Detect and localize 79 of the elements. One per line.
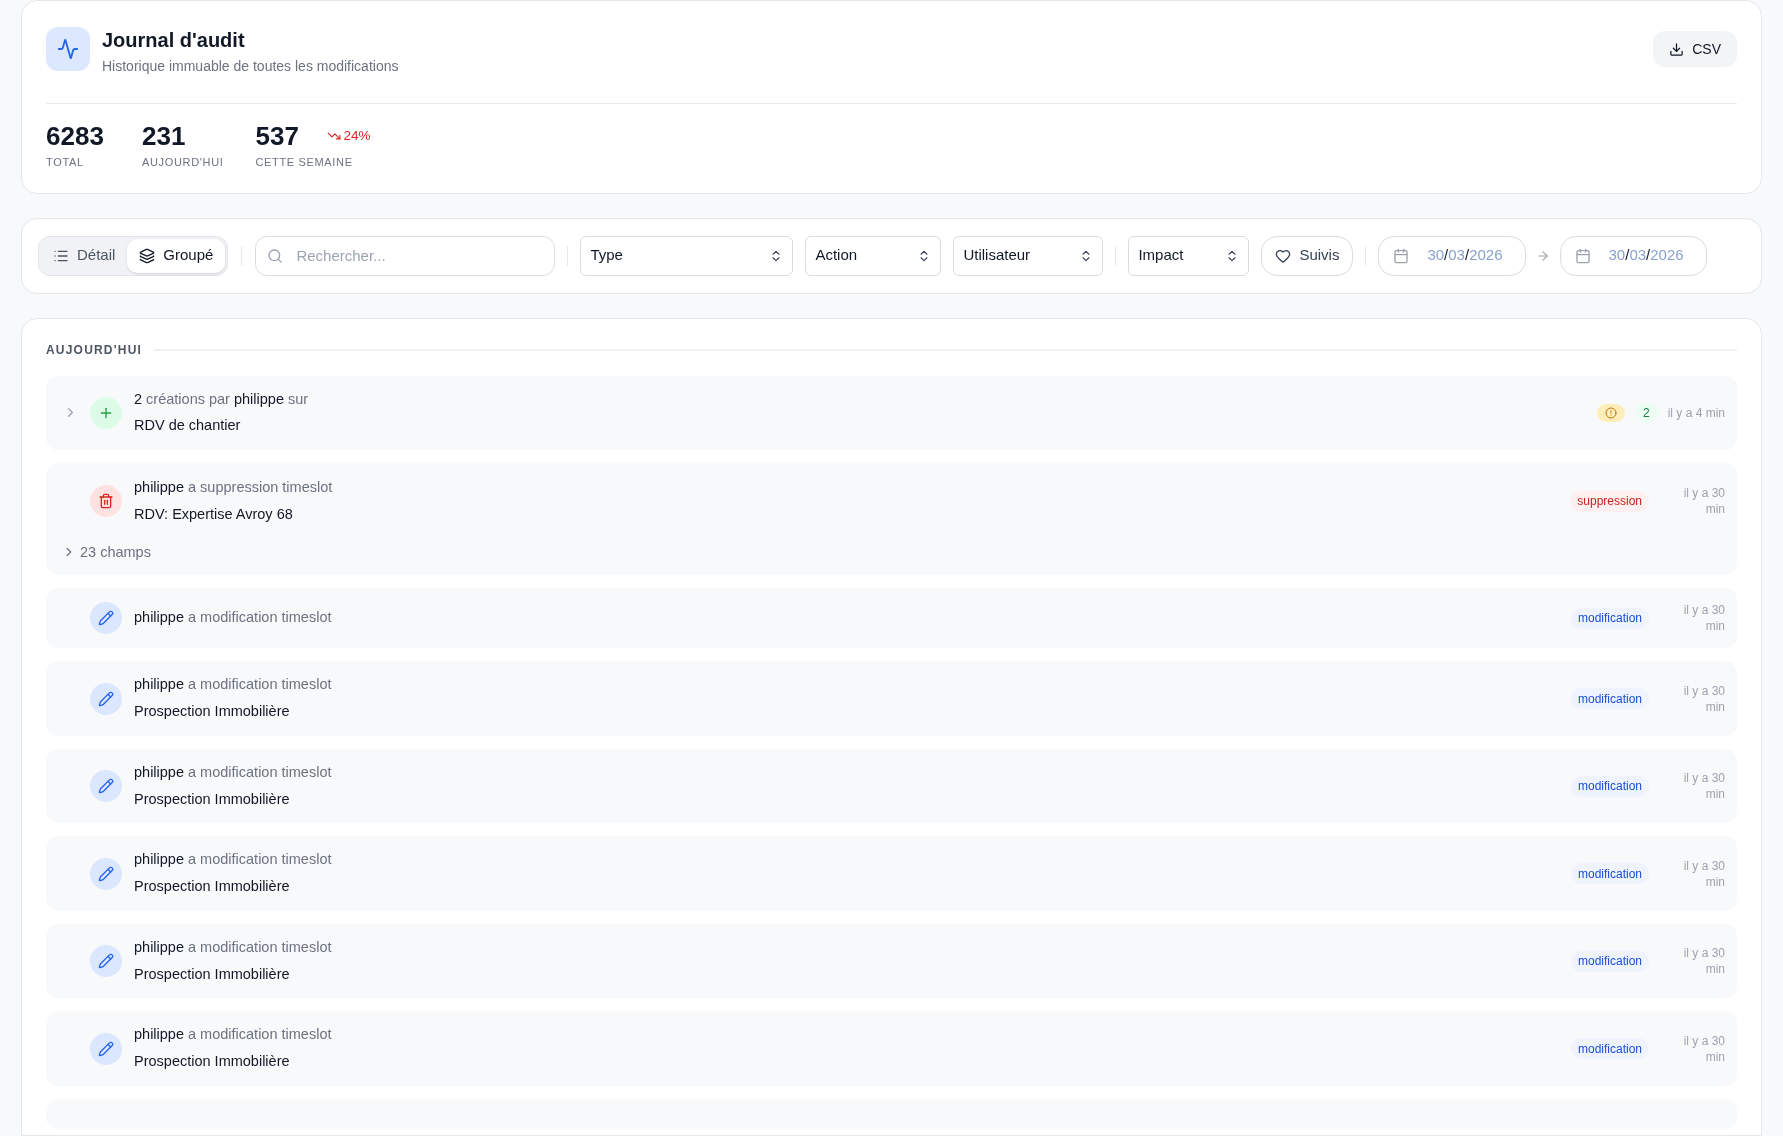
list-row[interactable]: philippe a suppression timeslot RDV: Expertise Avroy 68 suppression il y a 30 min 23 champs (46, 463, 1737, 576)
heart-icon (1275, 247, 1292, 264)
entry-summary: philippe a modification timeslot (134, 762, 333, 782)
timestamp: il y a 30 min (1682, 770, 1725, 802)
pencil-icon (98, 690, 114, 707)
date-field[interactable]: 30/03/2026 (1559, 235, 1707, 276)
action-badge: suppression (1570, 490, 1649, 512)
timestamp: il y a 4 min (1667, 404, 1725, 421)
entry-target: RDV: Expertise Avroy 68 (134, 504, 294, 524)
csv-export-button[interactable]: CSV (1653, 31, 1737, 67)
date-value: 30/03/2026 (1426, 245, 1504, 266)
select-dropdown[interactable]: Action (805, 235, 942, 276)
page-subtitle: Historique immuable de toutes les modifications (102, 57, 399, 76)
list-row[interactable]: 2 créations par philippe sur RDV de chantier 2 il y a 4 min (46, 375, 1737, 450)
action-badge: modification (1570, 607, 1649, 629)
select-dropdown[interactable]: Utilisateur (953, 235, 1104, 276)
entry-target: Prospection Immobilière (134, 789, 291, 809)
entry-summary: philippe a modification timeslot (134, 850, 333, 870)
trend-value: 24% (343, 126, 371, 145)
date-field[interactable]: 30/03/2026 (1378, 235, 1526, 276)
list-row[interactable]: philippe a modification timeslot Prospection Immobilière modification il y a 30 min (46, 1011, 1737, 1086)
timestamp: il y a 30 min (1682, 857, 1725, 890)
section-heading: AUJOURD'HUI (46, 341, 143, 359)
entry-target: Prospection Immobilière (134, 702, 291, 721)
arrow-icon (1535, 248, 1550, 263)
pencil-icon (98, 953, 114, 969)
entry-summary: philippe a modification timeslot (134, 675, 333, 695)
search-field[interactable]: Rechercher... (255, 235, 556, 276)
entry-target: Prospection Immobilière (134, 877, 291, 896)
view-tab[interactable]: Groupé (127, 238, 226, 273)
calendar-icon (1393, 247, 1410, 264)
stat-label: TOTAL (46, 155, 85, 170)
follow-button[interactable]: Suivis (1261, 235, 1354, 276)
pulse-icon (57, 38, 79, 60)
entry-summary: 2 créations par philippe sur (134, 389, 310, 409)
action-badge: modification (1570, 1038, 1649, 1059)
layers-icon (139, 247, 156, 264)
pencil-icon (98, 778, 114, 794)
stat-value: 6283 (46, 122, 105, 150)
list-row[interactable]: philippe a modification timeslot modification il y a 30 min (46, 588, 1737, 649)
action-badge: modification (1570, 950, 1649, 972)
stat-label: CETTE SEMAINE (255, 155, 354, 170)
stat-value: 231 (142, 122, 187, 150)
entry-target: Prospection Immobilière (134, 964, 291, 984)
list-row[interactable]: philippe a modification timeslot Prospection Immobilière modification il y a 30 min (46, 661, 1737, 736)
trash-icon (98, 493, 114, 510)
page-title: Journal d'audit (102, 28, 246, 52)
timestamp: il y a 30 min (1682, 1032, 1725, 1065)
pencil-icon (98, 865, 114, 882)
entry-summary: philippe a modification timeslot (134, 1025, 333, 1045)
entry-summary: philippe a modification timeslot (134, 608, 333, 628)
action-badge: modification (1570, 863, 1649, 884)
entry-summary: philippe a modification timeslot (134, 937, 333, 957)
action-badge: modification (1570, 688, 1649, 709)
timestamp: il y a 30 min (1682, 602, 1725, 635)
entry-summary: philippe a suppression timeslot (134, 478, 334, 497)
action-badge: modification (1570, 775, 1649, 797)
pencil-icon (98, 1040, 114, 1057)
list-row[interactable]: philippe a modification timeslot Prospection Immobilière modification il y a 30 min (46, 748, 1737, 824)
view-tab[interactable]: Détail (41, 238, 128, 273)
fields-toggle[interactable]: 23 champs (80, 541, 151, 564)
search-icon (267, 247, 284, 264)
select-dropdown[interactable]: Type (580, 235, 794, 276)
list-row[interactable]: philippe a modification timeslot Prospection Immobilière modification il y a 30 min (46, 923, 1737, 999)
timestamp: il y a 30 min (1682, 682, 1725, 715)
calendar-icon (1574, 247, 1591, 264)
stat-value: 537 (255, 122, 300, 150)
stat-label: AUJOURD'HUI (142, 155, 224, 170)
alert-icon (1604, 406, 1617, 419)
timestamp: il y a 30 min (1682, 945, 1725, 977)
download-icon (1669, 41, 1685, 57)
entry-target: Prospection Immobilière (134, 1052, 291, 1071)
select-dropdown[interactable]: Impact (1128, 235, 1250, 276)
pencil-icon (98, 610, 114, 627)
count-badge: 2 (1634, 402, 1658, 423)
timestamp: il y a 30 min (1682, 485, 1725, 518)
entry-target: RDV de chantier (134, 416, 242, 436)
list-row[interactable]: philippe a modification timeslot Prospection Immobilière modification il y a 30 min (46, 836, 1737, 911)
date-value: 30/03/2026 (1607, 245, 1685, 266)
